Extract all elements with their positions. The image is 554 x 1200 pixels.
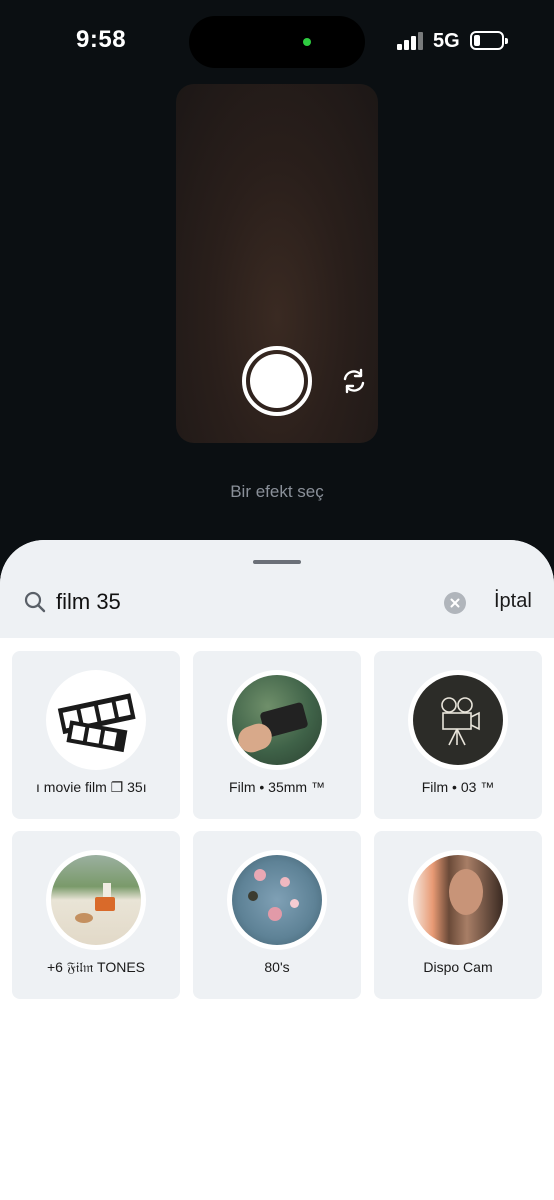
effect-tile-film-35mm[interactable]: Film • 35mm ™ (193, 651, 361, 819)
status-time: 9:58 (76, 26, 127, 53)
search-bar-area: İptal (0, 540, 554, 638)
effect-label: Dispo Cam (423, 959, 493, 975)
effect-tile-film-03[interactable]: Film • 03 ™ (374, 651, 542, 819)
effect-thumbnail (408, 670, 508, 770)
camera-preview (176, 84, 378, 443)
effect-thumbnail (227, 670, 327, 770)
battery-icon (470, 31, 508, 50)
effects-sheet: İptal ı movie film ❐ 35ı (0, 540, 554, 1200)
effect-thumbnail (408, 850, 508, 950)
search-icon (24, 591, 46, 613)
effect-tile-film-tones[interactable]: +6 𝔉𝔦𝔩𝔪 TONES (12, 831, 180, 999)
camera-in-use-dot (303, 38, 311, 46)
effect-label: Film • 35mm ™ (229, 779, 325, 795)
effect-tile-80s[interactable]: 80's (193, 831, 361, 999)
effect-thumbnail (227, 850, 327, 950)
effect-label: +6 𝔉𝔦𝔩𝔪 TONES (46, 959, 146, 975)
effect-label: 80's (264, 959, 290, 975)
effect-tile-dispo-cam[interactable]: Dispo Cam (374, 831, 542, 999)
sheet-grabber[interactable] (253, 560, 301, 564)
shutter-button[interactable] (242, 346, 312, 416)
status-bar: 9:58 5G (0, 0, 554, 80)
film-reel-icon (57, 693, 136, 753)
effect-thumbnail (46, 850, 146, 950)
network-type: 5G (433, 30, 460, 52)
clear-search-icon[interactable] (444, 592, 466, 614)
signal-icon (397, 32, 425, 50)
flip-camera-icon[interactable] (340, 367, 368, 395)
effect-label: ı movie film ❐ 35ı (36, 779, 147, 795)
dynamic-island (189, 16, 365, 68)
movie-camera-icon (441, 697, 480, 746)
search-input[interactable] (56, 587, 426, 617)
cancel-button[interactable]: İptal (494, 590, 532, 613)
effect-thumbnail (46, 670, 146, 770)
effect-hint-text: Bir efekt seç (230, 482, 324, 501)
effect-label: Film • 03 ™ (421, 779, 495, 795)
effect-tile-movie-film[interactable]: ı movie film ❐ 35ı (12, 651, 180, 819)
